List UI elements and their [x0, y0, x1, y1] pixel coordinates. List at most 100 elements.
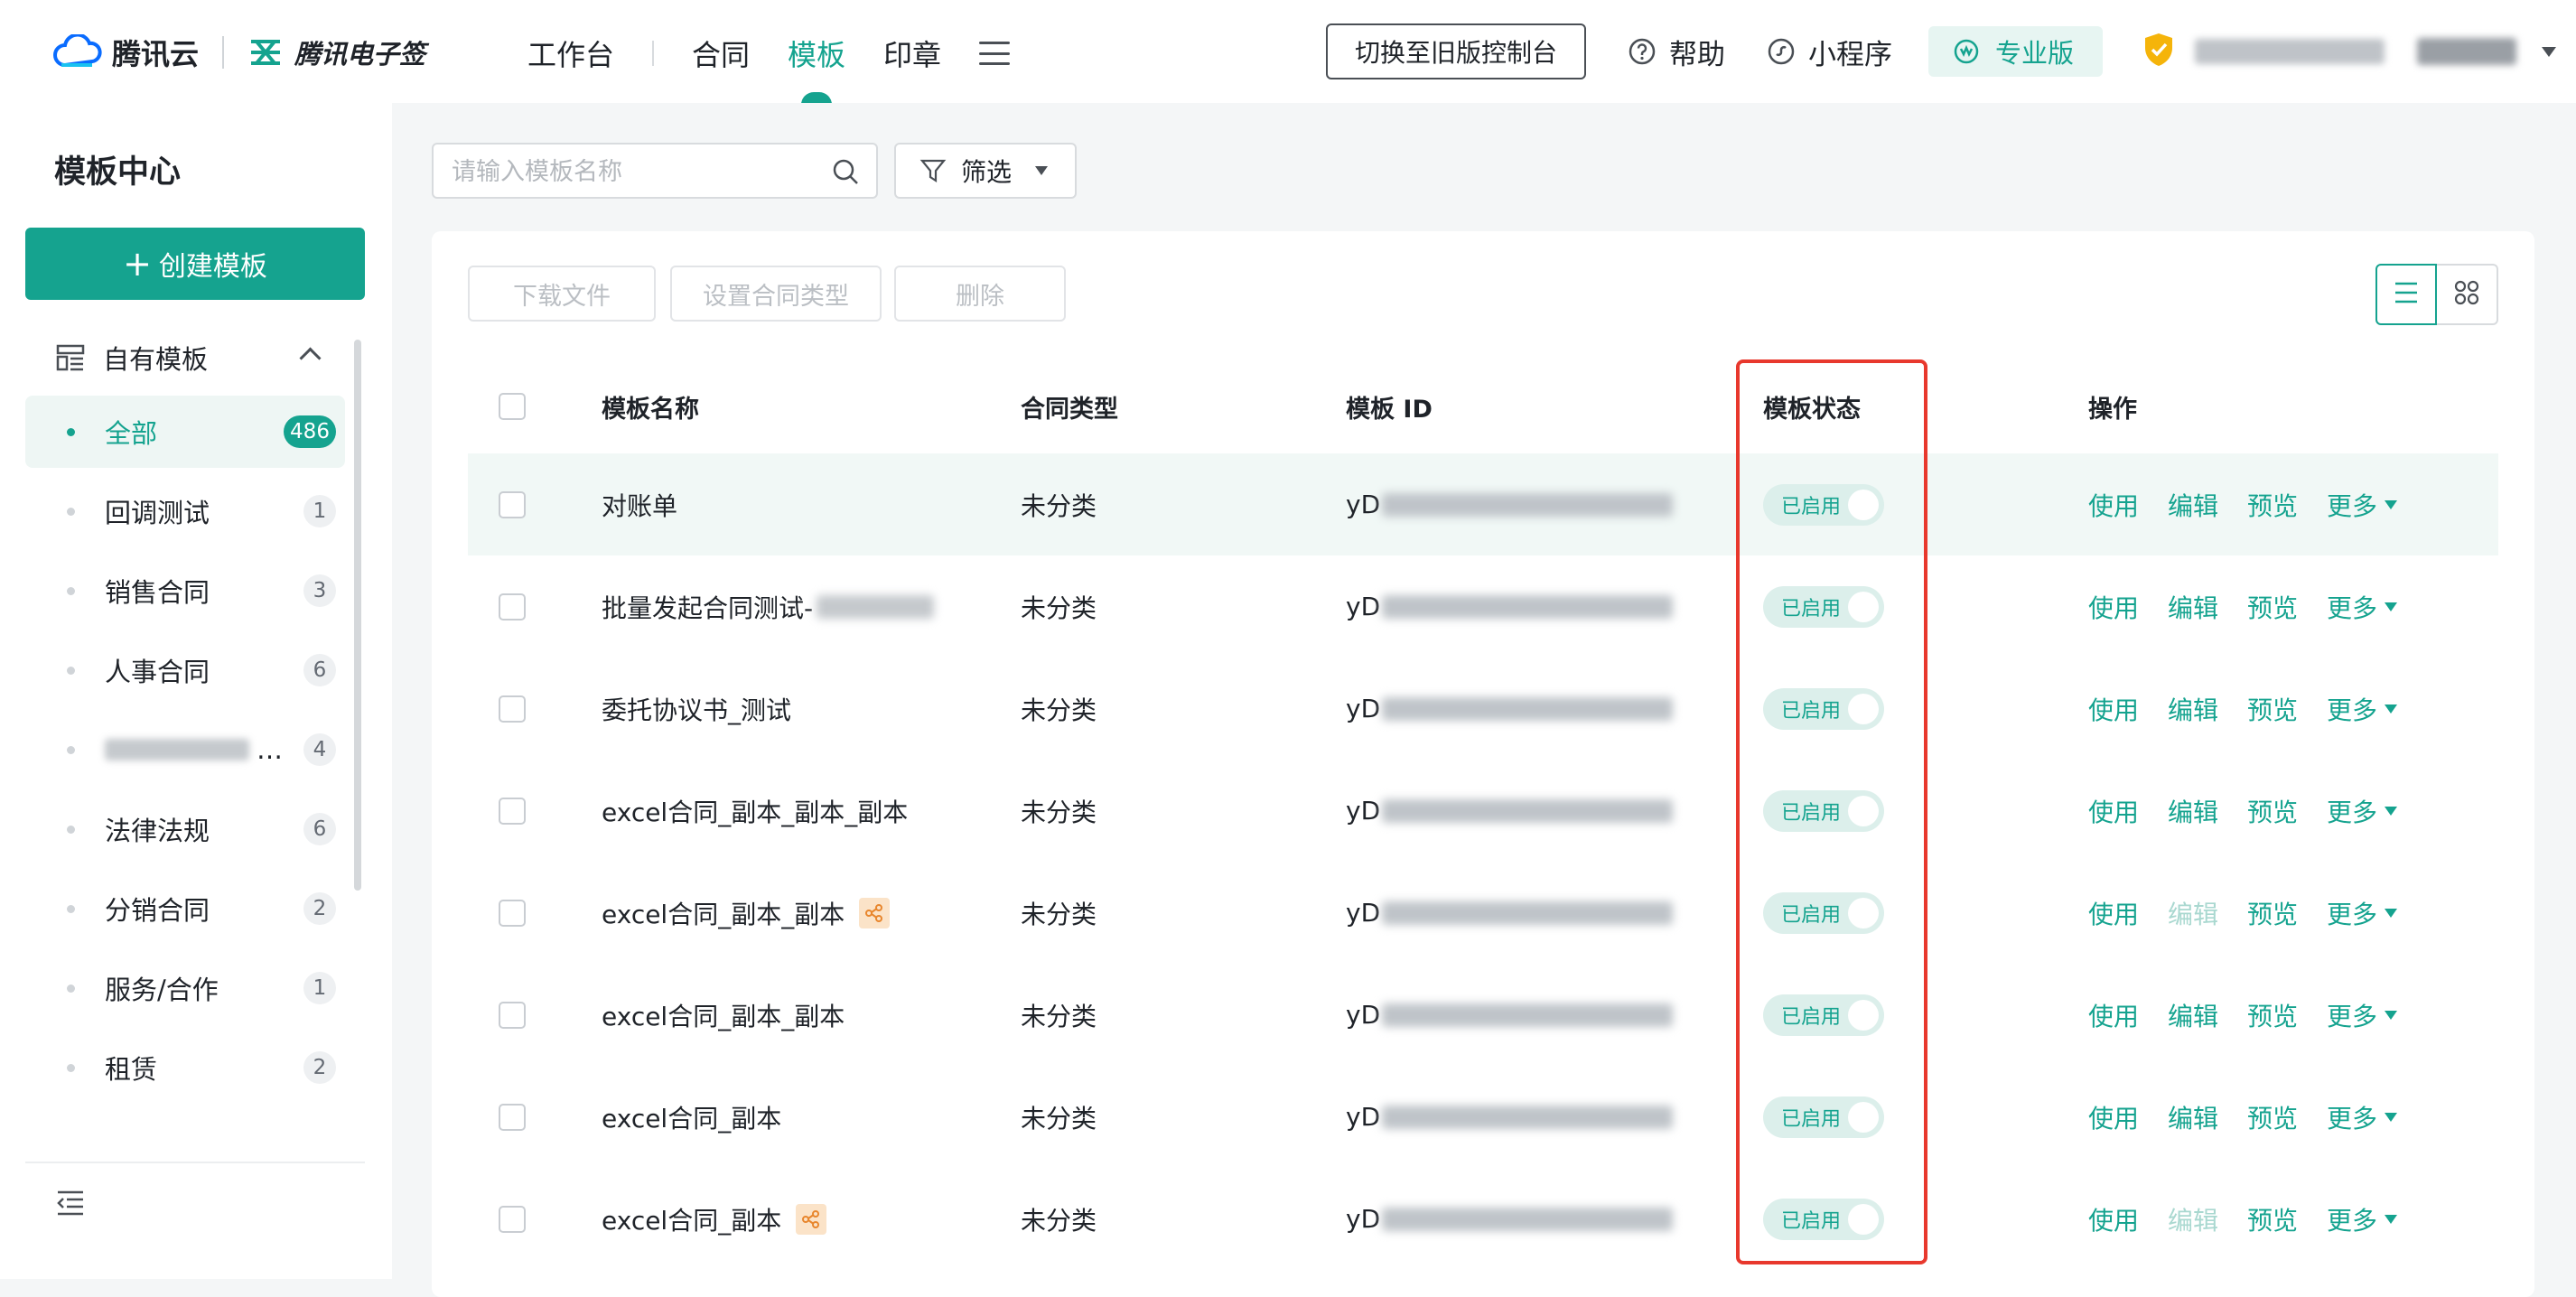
brand[interactable]: 腾讯云 腾讯电子签	[52, 29, 425, 76]
edit-link[interactable]: 编辑	[2168, 1099, 2218, 1135]
row-checkbox[interactable]	[499, 1103, 526, 1131]
state-toggle[interactable]: 已启用	[1763, 994, 1884, 1036]
category-item[interactable]: 回调测试 1	[25, 475, 345, 547]
template-name: 批量发起合同测试-	[602, 589, 935, 625]
switch-old-console-button[interactable]: 切换至旧版控制台	[1325, 23, 1586, 79]
use-link[interactable]: 使用	[2088, 1099, 2139, 1135]
template-name: excel合同_副本	[602, 1099, 781, 1135]
spacer	[656, 266, 659, 322]
preview-link[interactable]: 预览	[2247, 691, 2298, 727]
pro-edition-label: 专业版	[1994, 38, 2074, 69]
use-link[interactable]: 使用	[2088, 997, 2139, 1033]
filter-dropdown[interactable]: 筛选	[894, 143, 1077, 199]
use-link[interactable]: 使用	[2088, 793, 2139, 829]
preview-link[interactable]: 预览	[2247, 997, 2298, 1033]
category-item[interactable]: 销售合同 3	[25, 555, 345, 627]
template-state: 已启用	[1763, 1096, 1884, 1138]
preview-link[interactable]: 预览	[2247, 895, 2298, 931]
row-checkbox[interactable]	[499, 593, 526, 621]
category-item-redacted[interactable]: … 4	[25, 714, 345, 786]
state-toggle[interactable]: 已启用	[1763, 687, 1884, 730]
state-toggle[interactable]: 已启用	[1763, 1096, 1884, 1138]
grid-view-button[interactable]	[2437, 264, 2498, 325]
preview-link[interactable]: 预览	[2247, 487, 2298, 523]
sidebar-scrollbar[interactable]	[354, 340, 361, 891]
set-contract-type-button[interactable]: 设置合同类型	[670, 266, 882, 322]
row-checkbox[interactable]	[499, 1205, 526, 1233]
account-menu[interactable]	[2142, 32, 2556, 71]
more-dropdown[interactable]: 更多	[2327, 997, 2398, 1033]
more-label: 更多	[2327, 593, 2378, 623]
bullet-dot	[67, 825, 75, 834]
search-input[interactable]	[434, 145, 815, 199]
edit-link[interactable]: 编辑	[2168, 997, 2218, 1033]
category-item[interactable]: 人事合同 6	[25, 634, 345, 706]
category-item[interactable]: 分销合同 2	[25, 872, 345, 945]
edit-link[interactable]: 编辑	[2168, 589, 2218, 625]
edit-link-disabled: 编辑	[2168, 899, 2219, 929]
nav-templates[interactable]: 模板	[788, 33, 845, 74]
nav-workbench[interactable]: 工作台	[527, 33, 614, 74]
category-item[interactable]: 法律法规 6	[25, 793, 345, 865]
pro-edition-button[interactable]: 专业版	[1927, 26, 2103, 77]
more-dropdown[interactable]: 更多	[2327, 1099, 2398, 1135]
row-checkbox[interactable]	[499, 797, 526, 825]
nav-contracts[interactable]: 合同	[692, 33, 750, 74]
header-template-id: 模板 ID	[1346, 395, 1433, 424]
state-toggle[interactable]: 已启用	[1763, 1198, 1884, 1240]
esign-logo-icon	[247, 36, 284, 69]
edit-link[interactable]: 编辑	[2168, 691, 2218, 727]
preview-link[interactable]: 预览	[2247, 1099, 2298, 1135]
preview-link[interactable]: 预览	[2247, 793, 2298, 829]
category-item[interactable]: 租赁 2	[25, 1031, 345, 1104]
help-circle-icon	[1628, 37, 1657, 66]
edit-link[interactable]: 编辑	[2168, 487, 2218, 523]
collapse-sidebar-icon[interactable]	[54, 1187, 87, 1219]
state-toggle[interactable]: 已启用	[1763, 789, 1884, 832]
template-id-prefix: yD	[1346, 898, 1381, 928]
state-label: 已启用	[1781, 495, 1842, 518]
use-link[interactable]: 使用	[2088, 589, 2139, 625]
caret-down-icon	[2385, 806, 2398, 816]
more-dropdown[interactable]: 更多	[2327, 1201, 2398, 1237]
contract-type: 未分类	[1021, 593, 1097, 623]
edit-link[interactable]: 编辑	[2168, 793, 2218, 829]
more-dropdown[interactable]: 更多	[2327, 793, 2398, 829]
use-link[interactable]: 使用	[2088, 895, 2139, 931]
more-dropdown[interactable]: 更多	[2327, 589, 2398, 625]
row-checkbox[interactable]	[499, 899, 526, 927]
use-link[interactable]: 使用	[2088, 487, 2139, 523]
template-id: yD	[1346, 796, 1674, 826]
more-dropdown[interactable]: 更多	[2327, 691, 2398, 727]
delete-button[interactable]: 删除	[894, 266, 1066, 322]
create-template-button[interactable]: + 创建模板	[25, 228, 365, 300]
download-file-button[interactable]: 下载文件	[468, 266, 656, 322]
list-view-button[interactable]	[2375, 264, 2437, 325]
template-search-box[interactable]	[432, 143, 878, 199]
chevron-up-icon[interactable]	[299, 347, 322, 369]
more-dropdown[interactable]: 更多	[2327, 895, 2398, 931]
mini-program-link[interactable]: 小程序	[1767, 32, 1892, 72]
nav-seals[interactable]: 印章	[883, 33, 941, 74]
state-toggle[interactable]: 已启用	[1763, 585, 1884, 628]
contract-type: 未分类	[1021, 490, 1097, 521]
row-checkbox[interactable]	[499, 695, 526, 723]
preview-link[interactable]: 预览	[2247, 1201, 2298, 1237]
state-toggle[interactable]: 已启用	[1763, 891, 1884, 934]
own-templates-group[interactable]: 自有模板	[56, 340, 322, 376]
menu-icon[interactable]	[979, 42, 1011, 65]
category-item-all[interactable]: 全部 486	[25, 396, 345, 468]
select-all-checkbox[interactable]	[499, 393, 526, 420]
search-icon[interactable]	[831, 157, 860, 190]
help-link[interactable]: 帮助	[1628, 32, 1725, 72]
use-link[interactable]: 使用	[2088, 1201, 2139, 1237]
more-dropdown[interactable]: 更多	[2327, 487, 2398, 523]
use-link[interactable]: 使用	[2088, 691, 2139, 727]
category-count-badge: 4	[303, 733, 336, 766]
template-id-prefix: yD	[1346, 1000, 1381, 1030]
row-checkbox[interactable]	[499, 490, 526, 518]
row-checkbox[interactable]	[499, 1001, 526, 1029]
state-toggle[interactable]: 已启用	[1763, 483, 1884, 526]
category-item[interactable]: 服务/合作 1	[25, 952, 345, 1024]
preview-link[interactable]: 预览	[2247, 589, 2298, 625]
